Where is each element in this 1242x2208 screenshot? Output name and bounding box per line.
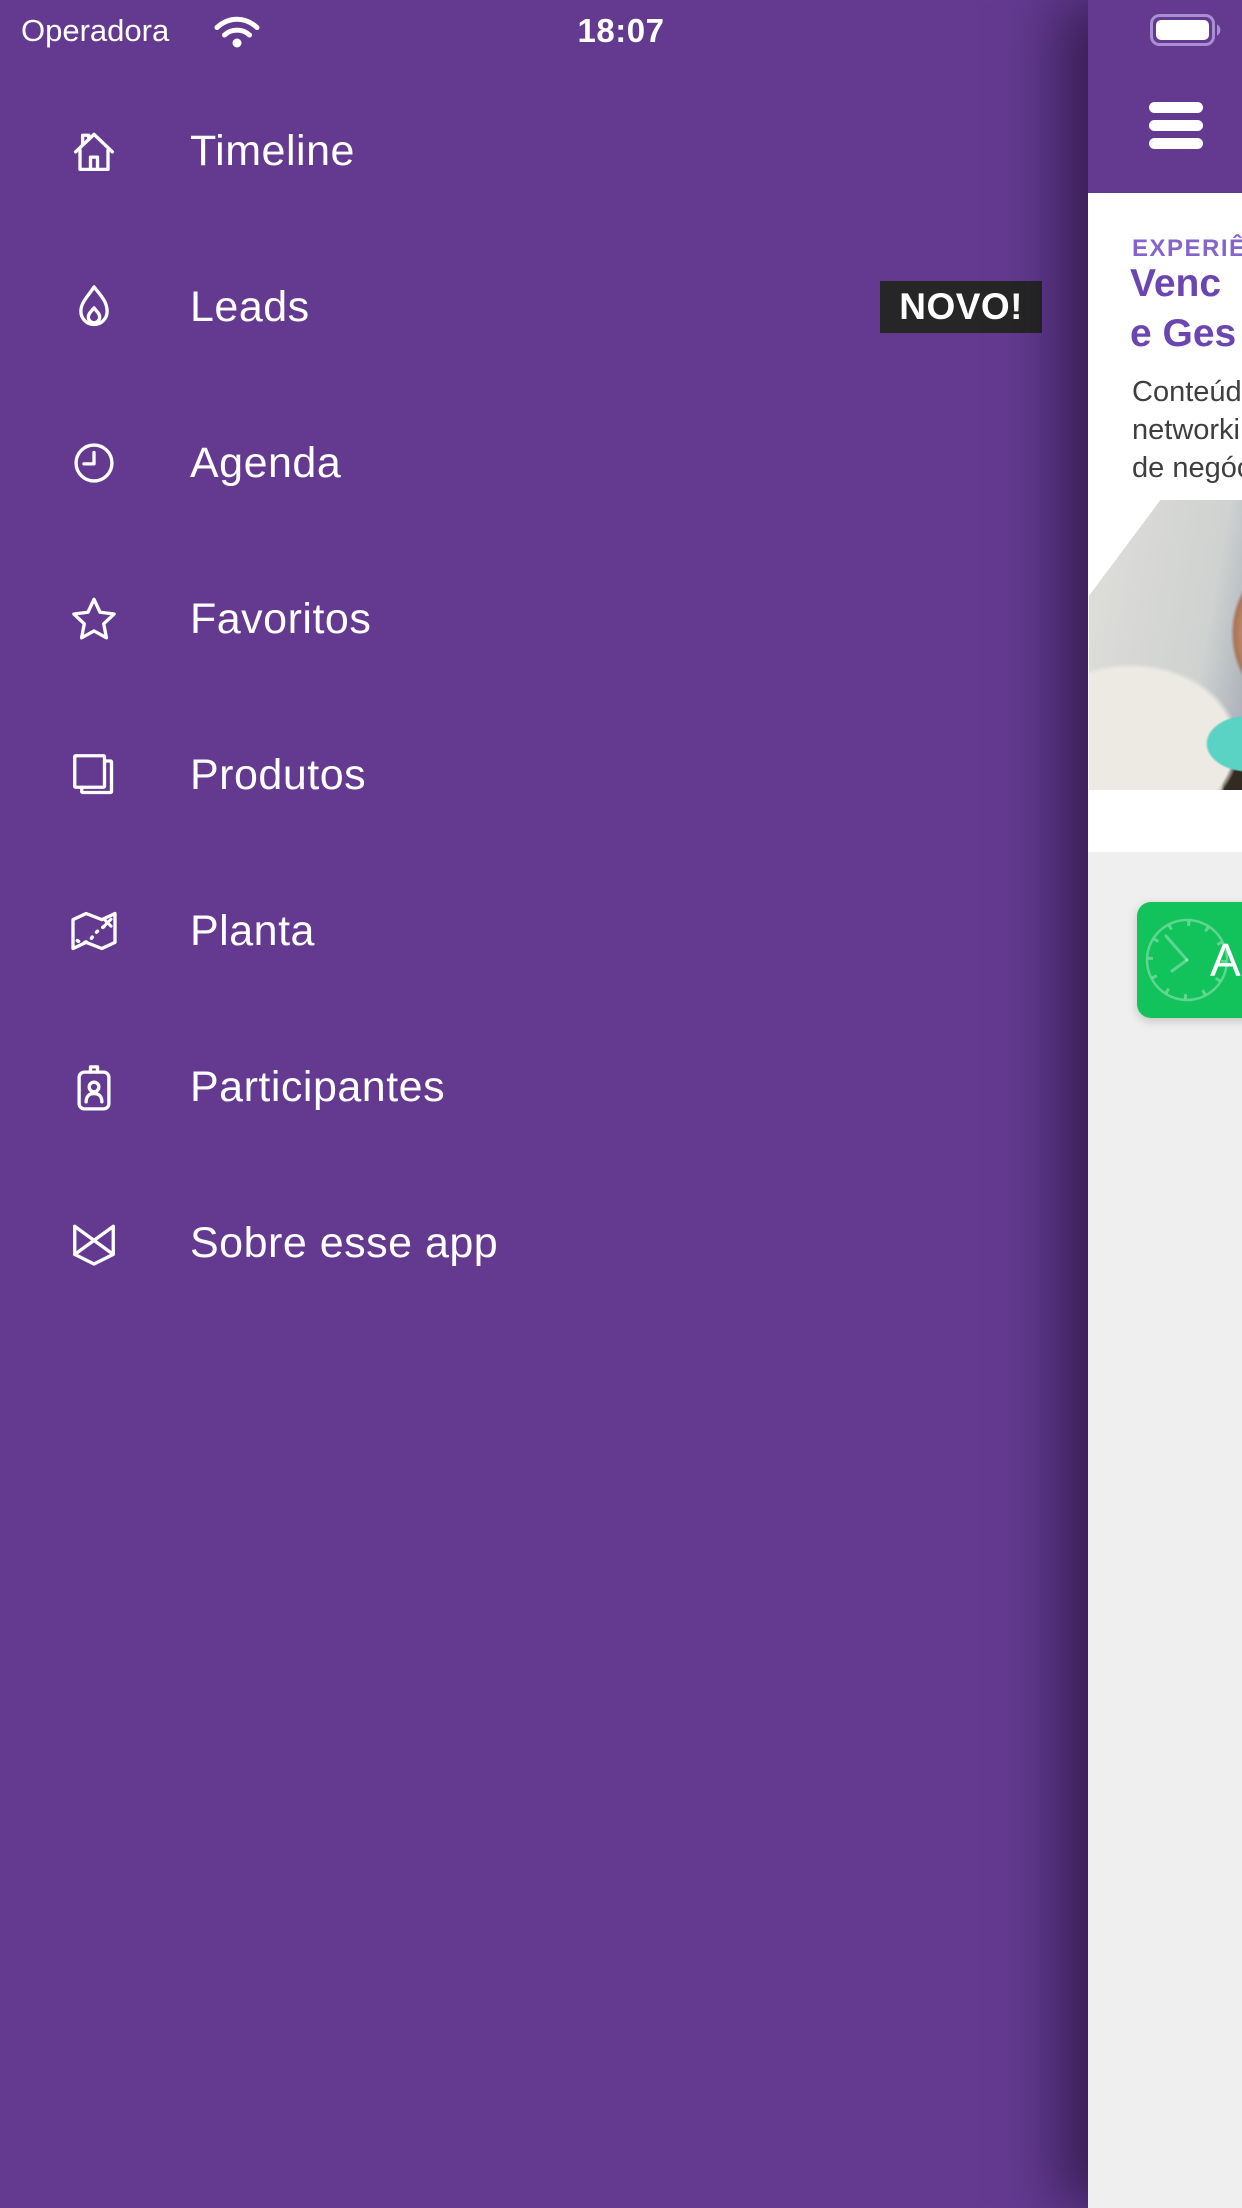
banner-description-line1: Conteúd	[1132, 376, 1242, 408]
menu-item-label: Favoritos	[190, 594, 372, 643]
menu-item-timeline[interactable]: Timeline	[0, 73, 1088, 229]
banner-title-line2: e Ges	[1130, 312, 1237, 355]
home-icon	[73, 132, 115, 172]
drawer-menu: Timeline Leads NOVO! Agenda Favoritos Pr…	[0, 73, 1088, 1321]
banner-description-line3: de negóc	[1132, 452, 1242, 484]
menu-item-produtos[interactable]: Produtos	[0, 697, 1088, 853]
main-content-panel: EXPERIÊN Venc e Ges Conteúd networki de …	[1088, 0, 1242, 2208]
app-logo-icon	[73, 1224, 115, 1266]
hamburger-menu-button[interactable]	[1149, 100, 1203, 150]
agenda-card-label: Agenda	[1210, 934, 1242, 986]
menu-item-label: Participantes	[190, 1062, 446, 1111]
navigation-drawer: Timeline Leads NOVO! Agenda Favoritos Pr…	[0, 0, 1088, 2208]
banner-title-line1: Venc	[1130, 262, 1222, 305]
star-icon	[72, 597, 116, 640]
novo-badge: NOVO!	[880, 281, 1042, 333]
menu-item-label: Sobre esse app	[190, 1218, 499, 1267]
banner-description-line2: networki	[1132, 414, 1240, 446]
banner-title: Venc e Ges	[1130, 259, 1236, 359]
menu-item-label: Produtos	[190, 750, 367, 799]
menu-item-label: Leads	[190, 282, 310, 331]
clock-icon	[74, 443, 114, 483]
id-badge-icon	[77, 1065, 111, 1111]
treasure-map-icon	[71, 911, 117, 951]
menu-item-planta[interactable]: Planta	[0, 853, 1088, 1009]
banner-photo	[1089, 500, 1242, 790]
status-time: 18:07	[577, 12, 665, 49]
menu-item-participantes[interactable]: Participantes	[0, 1009, 1088, 1165]
banner-description: Conteúd networki de negóc	[1132, 373, 1242, 487]
menu-item-label: Planta	[190, 906, 315, 955]
menu-item-agenda[interactable]: Agenda	[0, 385, 1088, 541]
menu-item-favoritos[interactable]: Favoritos	[0, 541, 1088, 697]
flame-icon	[79, 285, 109, 327]
menu-item-label: Agenda	[190, 438, 342, 487]
menu-item-leads[interactable]: Leads NOVO!	[0, 229, 1088, 385]
copy-squares-icon	[73, 754, 114, 795]
battery-icon	[1150, 14, 1221, 46]
app-screen: EXPERIÊN Venc e Ges Conteúd networki de …	[0, 0, 1242, 2208]
menu-item-label: Timeline	[190, 126, 355, 175]
status-bar: Operadora 18:07	[0, 0, 1242, 60]
banner-slide[interactable]: EXPERIÊN Venc e Ges Conteúd networki de …	[1088, 193, 1242, 852]
agenda-card-button[interactable]: Agenda	[1137, 902, 1242, 1018]
menu-item-sobre-esse-app[interactable]: Sobre esse app	[0, 1165, 1088, 1321]
